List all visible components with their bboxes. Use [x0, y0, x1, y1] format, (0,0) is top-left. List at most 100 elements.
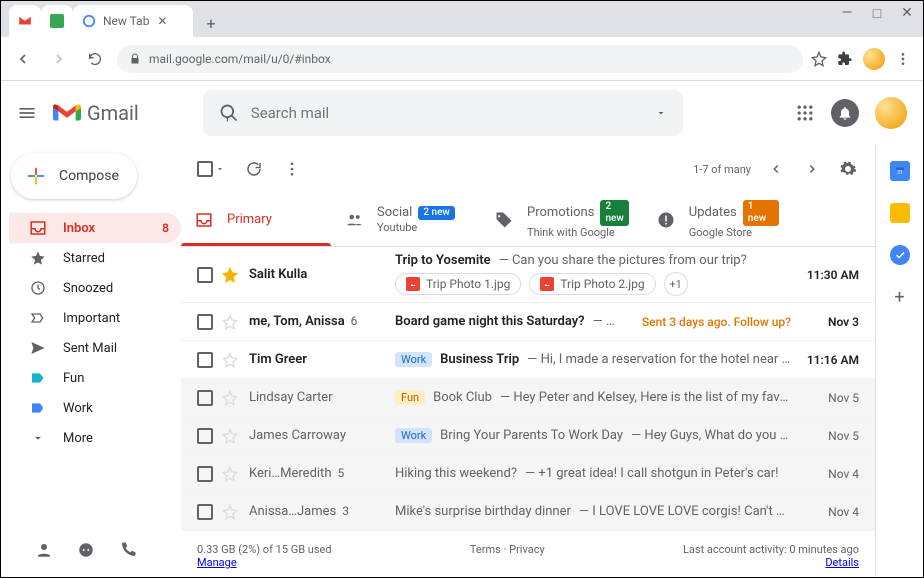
mail-date: Nov 4	[801, 505, 859, 519]
contacts-icon[interactable]	[35, 541, 53, 559]
more-actions-button[interactable]	[283, 160, 301, 178]
star-button[interactable]	[221, 389, 239, 407]
compose-button[interactable]: Compose	[11, 153, 137, 199]
attachment-chip[interactable]: Trip Photo 2.jpg	[529, 273, 655, 295]
url-input[interactable]: mail.google.com/mail/u/0/#inbox	[117, 45, 803, 73]
mail-row[interactable]: Salit Kulla Trip to Yosemite — Can you s…	[181, 247, 875, 303]
inbox-icon	[29, 219, 47, 237]
sidebar-item-important[interactable]: Important	[9, 303, 181, 333]
new-tab-button[interactable]: +	[197, 9, 225, 37]
lock-icon	[129, 53, 141, 65]
label-teal-icon	[29, 369, 47, 387]
mail-label[interactable]: Work	[395, 428, 432, 443]
star-button[interactable]	[221, 465, 239, 483]
sidebar-item-more[interactable]: More	[9, 423, 181, 453]
star-button[interactable]	[221, 503, 239, 521]
mail-checkbox[interactable]	[197, 504, 213, 520]
sidebar-item-snoozed[interactable]: Snoozed	[9, 273, 181, 303]
calendar-addon[interactable]: 31	[890, 161, 910, 181]
category-tab-promotions[interactable]: Promotions2 new Think with Google	[481, 193, 643, 246]
category-tab-social[interactable]: Social2 new Youtube	[331, 193, 481, 246]
star-icon	[29, 249, 47, 267]
chat-icon[interactable]	[77, 541, 95, 559]
sidebar-item-sent-mail[interactable]: Sent Mail	[9, 333, 181, 363]
browser-tab-newtab[interactable]: New Tab ✕	[73, 5, 193, 37]
mail-label[interactable]: Fun	[395, 390, 425, 405]
star-button[interactable]	[221, 313, 239, 331]
close-icon[interactable]: ✕	[155, 14, 169, 28]
attachment-more[interactable]: +1	[664, 272, 688, 296]
maximize-button[interactable]: □	[869, 5, 885, 22]
add-addon-button[interactable]: +	[890, 287, 910, 307]
close-window-button[interactable]: ✕	[899, 5, 915, 22]
mail-row[interactable]: James Carroway WorkBring Your Parents To…	[181, 417, 875, 455]
mail-row[interactable]: Tim Greer WorkBusiness Trip — Hi, I made…	[181, 341, 875, 379]
sidebar-item-work[interactable]: Work	[9, 393, 181, 423]
sidebar: Compose Inbox 8 Starred Snoozed Importan…	[1, 145, 181, 577]
search-box[interactable]	[203, 90, 683, 136]
mail-attachments: Trip Photo 1.jpg Trip Photo 2.jpg +1	[395, 272, 791, 296]
forward-button[interactable]	[45, 45, 73, 73]
mail-row[interactable]: Keri…Meredith 5 Hiking this weekend? — +…	[181, 455, 875, 493]
privacy-link[interactable]: Privacy	[509, 543, 545, 556]
sidebar-item-inbox[interactable]: Inbox 8	[9, 213, 181, 243]
category-tab-primary[interactable]: Primary	[181, 193, 331, 246]
mail-checkbox[interactable]	[197, 428, 213, 444]
star-button[interactable]	[221, 351, 239, 369]
keep-addon[interactable]	[890, 203, 910, 223]
browser-profile-avatar[interactable]	[863, 48, 885, 70]
search-input[interactable]	[251, 104, 643, 122]
reload-button[interactable]	[81, 45, 109, 73]
expand-icon	[29, 429, 47, 447]
category-tab-updates[interactable]: Updates1 new Google Store	[643, 193, 793, 246]
sidebar-item-starred[interactable]: Starred	[9, 243, 181, 273]
sidebar-item-label: More	[63, 431, 169, 446]
browser-menu-icon[interactable]	[895, 51, 911, 67]
clock-icon	[29, 279, 47, 297]
refresh-button[interactable]	[245, 160, 263, 178]
star-button[interactable]	[221, 266, 239, 284]
mail-sender: me, Tom, Anissa 6	[249, 314, 395, 329]
account-avatar[interactable]	[875, 97, 907, 129]
manage-storage-link[interactable]: Manage	[197, 556, 237, 569]
compose-label: Compose	[59, 168, 119, 184]
browser-chrome: New Tab ✕ + — □ ✕ mail.google.com/mail/u…	[1, 1, 923, 81]
mail-checkbox[interactable]	[197, 352, 213, 368]
extensions-icon[interactable]	[837, 51, 853, 67]
mail-label[interactable]: Work	[395, 352, 432, 367]
mail-checkbox[interactable]	[197, 314, 213, 330]
mail-date: 11:30 AM	[801, 268, 859, 282]
mail-nudge[interactable]: Sent 3 days ago. Follow up?	[632, 315, 791, 329]
mail-checkbox[interactable]	[197, 390, 213, 406]
next-page-button[interactable]	[801, 158, 823, 180]
sidebar-item-fun[interactable]: Fun	[9, 363, 181, 393]
mail-toolbar: 1-7 of many	[181, 145, 875, 193]
attachment-chip[interactable]: Trip Photo 1.jpg	[395, 273, 521, 295]
terms-link[interactable]: Terms	[470, 543, 501, 556]
mail-row[interactable]: me, Tom, Anissa 6 Board game night this …	[181, 303, 875, 341]
prev-page-button[interactable]	[765, 158, 787, 180]
mail-snippet: — I LOVE LOVE LOVE corgis! Can't wait to…	[579, 504, 791, 519]
browser-tab-generic[interactable]	[41, 5, 73, 37]
mail-row[interactable]: Anissa…James 3 Mike's surprise birthday …	[181, 493, 875, 531]
star-button[interactable]	[221, 427, 239, 445]
phone-icon[interactable]	[119, 541, 137, 559]
settings-button[interactable]	[837, 158, 859, 180]
main-menu-button[interactable]	[17, 103, 37, 123]
mail-checkbox[interactable]	[197, 267, 213, 283]
google-apps-button[interactable]	[795, 103, 815, 123]
mail-date: Nov 5	[801, 391, 859, 405]
search-options-dropdown[interactable]	[655, 107, 667, 119]
browser-tab-gmail[interactable]	[9, 5, 41, 37]
select-all-checkbox[interactable]	[197, 161, 225, 177]
notifications-button[interactable]	[831, 99, 859, 127]
mail-row[interactable]: Lindsay Carter FunBook Club — Hey Peter …	[181, 379, 875, 417]
window-controls: — □ ✕	[839, 5, 915, 22]
tasks-addon[interactable]	[890, 245, 910, 265]
mail-checkbox[interactable]	[197, 466, 213, 482]
bookmark-star-icon[interactable]	[811, 51, 827, 67]
minimize-button[interactable]: —	[839, 5, 855, 22]
details-link[interactable]: Details	[825, 556, 859, 569]
gmail-logo[interactable]: Gmail	[53, 101, 139, 125]
back-button[interactable]	[9, 45, 37, 73]
